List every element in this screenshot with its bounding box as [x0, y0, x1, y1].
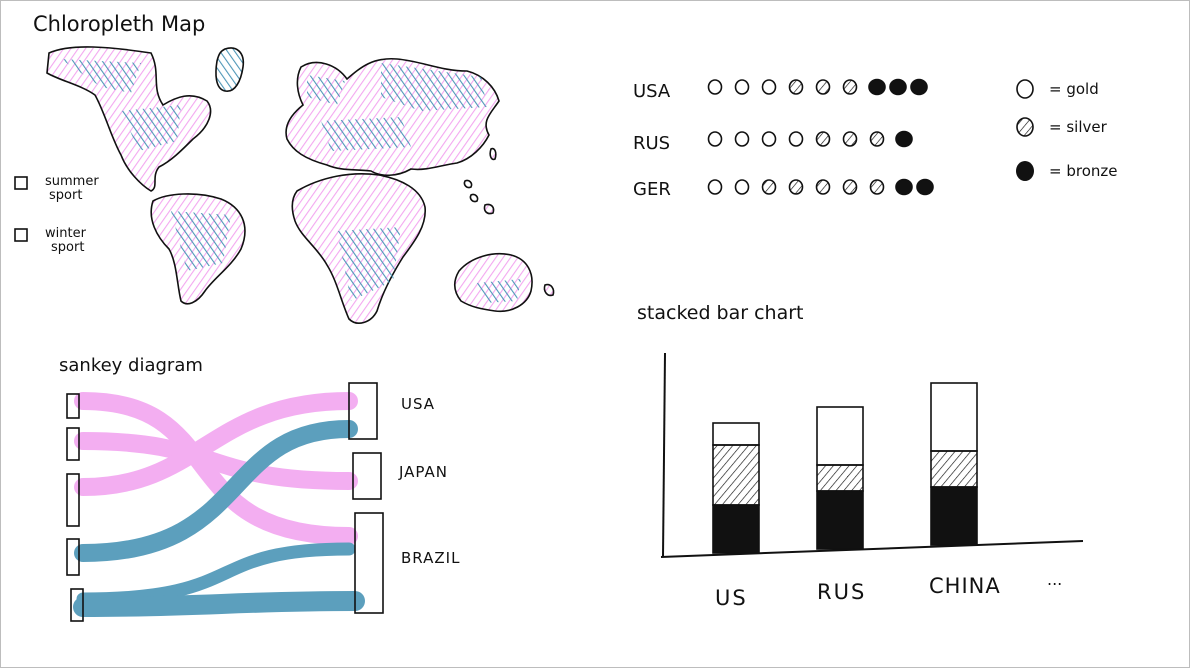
island-shape: [469, 193, 479, 203]
bar-us-gold-segment: [712, 422, 760, 446]
australia-winter-fill: [477, 279, 521, 303]
gold-medal-circle: [707, 179, 723, 195]
medal-circles: [707, 78, 934, 196]
bronze-legend-label: = bronze: [1049, 162, 1117, 180]
map-title: Chloropleth Map: [33, 12, 205, 36]
bronze-medal-circle: [916, 178, 934, 196]
silver-medal-circle: [842, 79, 858, 95]
gold-legend-label: = gold: [1049, 80, 1099, 98]
sketch-canvas: Chloropleth Map summer sport winter spor…: [0, 0, 1190, 668]
silver-medal-circle: [869, 131, 885, 147]
sankey-target-node-japan: [352, 452, 382, 500]
bronze-medal-circle: [895, 178, 913, 196]
legend-summer-line2: sport: [49, 188, 82, 203]
silver-legend-circle: [1016, 117, 1034, 137]
sankey-target-label-japan: JAPAN: [398, 463, 448, 481]
sankey-flows: [73, 392, 365, 617]
bar-chart-ellipsis: ...: [1047, 570, 1062, 589]
bar-us-bronze-segment: [712, 504, 760, 554]
bar-china-bronze-segment: [930, 486, 978, 546]
island-shape: [543, 283, 555, 297]
bar-chart-title: stacked bar chart: [637, 302, 804, 324]
gold-medal-circle: [734, 179, 750, 195]
sketch-drawing: Chloropleth Map summer sport winter spor…: [14, 12, 1117, 622]
silver-medal-circle: [842, 179, 858, 195]
sankey-title: sankey diagram: [59, 355, 203, 376]
bar-category-label-us: US: [715, 586, 748, 610]
silver-medal-circle: [815, 79, 831, 95]
greenland-shape: [215, 47, 245, 92]
silver-medal-circle: [842, 131, 858, 147]
japan-island-shape: [489, 147, 497, 161]
map-legend: summer sport winter sport: [14, 174, 99, 255]
bronze-medal-circle: [868, 78, 886, 96]
silver-medal-circle: [761, 179, 777, 195]
bar-rus-gold-segment: [816, 406, 864, 466]
bar-chart-y-axis: [662, 352, 666, 558]
bronze-medal-circle: [910, 78, 928, 96]
gold-medal-circle: [734, 131, 750, 147]
medal-row-country-ger: GER: [633, 179, 671, 200]
medal-row-country-usa: USA: [633, 81, 671, 102]
gold-medal-circle: [707, 131, 723, 147]
bronze-legend-circle: [1016, 161, 1034, 181]
medal-tally: USA RUS GER: [633, 78, 934, 200]
gold-legend-circle: [1016, 79, 1034, 99]
legend-winter-line1: winter: [45, 226, 87, 241]
silver-medal-circle: [815, 179, 831, 195]
island-shape: [483, 203, 495, 215]
silver-medal-circle: [869, 179, 885, 195]
sankey-target-label-brazil: BRAZIL: [401, 549, 460, 567]
legend-winter-line2: sport: [51, 240, 84, 255]
island-shape: [463, 179, 473, 189]
silver-medal-circle: [815, 131, 831, 147]
gold-medal-circle: [707, 79, 723, 95]
gold-medal-circle: [761, 79, 777, 95]
bar-china-gold-segment: [930, 382, 978, 452]
bar-rus-silver-segment: [816, 464, 864, 492]
sankey-target-label-usa: USA: [401, 395, 435, 413]
medal-row-country-rus: RUS: [633, 133, 670, 154]
bar-category-label-china: CHINA: [929, 574, 1001, 598]
bronze-medal-circle: [889, 78, 907, 96]
legend-summer-line1: summer: [45, 174, 99, 189]
bar-us-silver-segment: [712, 444, 760, 506]
bar-rus-bronze-segment: [816, 490, 864, 550]
legend-summer-checkbox: [14, 176, 28, 190]
medal-legend: = gold = silver = bronze: [1016, 79, 1117, 181]
stacked-bars: [712, 382, 978, 554]
gold-medal-circle: [734, 79, 750, 95]
gold-medal-circle: [761, 131, 777, 147]
world-map: [46, 46, 555, 324]
bronze-medal-circle: [895, 130, 913, 148]
silver-medal-circle: [788, 179, 804, 195]
silver-legend-label: = silver: [1049, 118, 1108, 136]
silver-medal-circle: [788, 79, 804, 95]
gold-medal-circle: [788, 131, 804, 147]
sankey-flow-blue: [73, 591, 365, 617]
bar-china-silver-segment: [930, 450, 978, 488]
bar-category-label-rus: RUS: [817, 580, 866, 604]
legend-winter-checkbox: [14, 228, 28, 242]
